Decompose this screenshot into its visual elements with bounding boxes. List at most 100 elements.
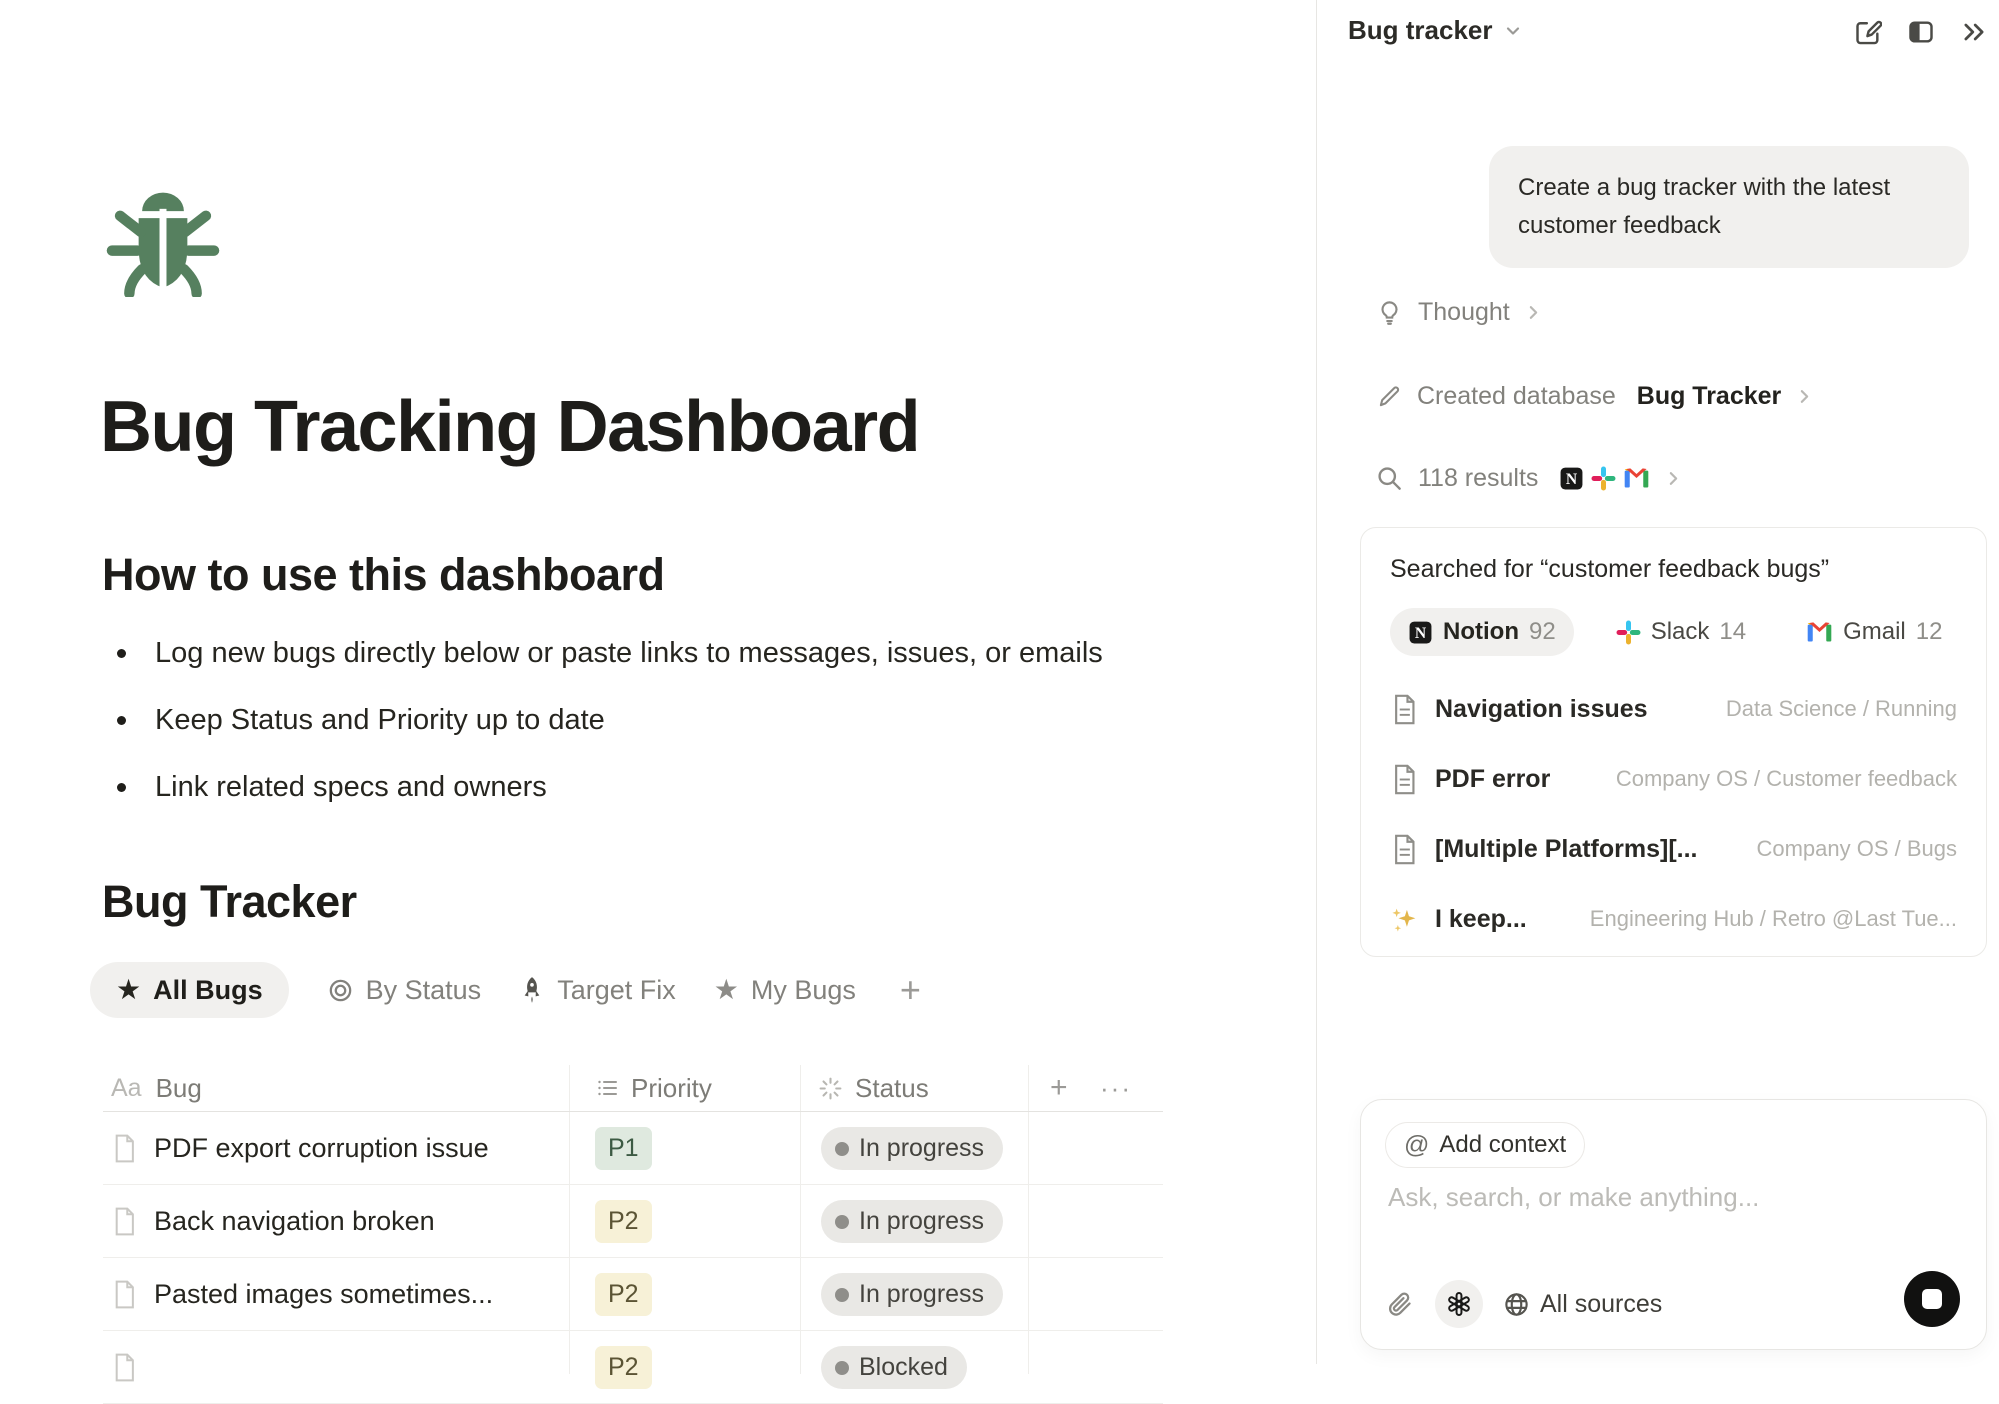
model-selector-button[interactable] — [1435, 1280, 1483, 1328]
assistant-header: Bug tracker — [1317, 0, 1999, 64]
priority-label: P2 — [608, 1353, 639, 1382]
table-row[interactable]: PDF export corruption issue P1 In progre… — [103, 1112, 1163, 1185]
toggle-sidebar-button[interactable] — [1906, 17, 1936, 47]
source-tabs: N Notion 92 Slack 14 — [1390, 608, 1957, 656]
howto-heading: How to use this dashboard — [102, 549, 665, 601]
search-result-item[interactable]: [Multiple Platforms][... Company OS / Bu… — [1390, 814, 1957, 884]
result-breadcrumb: Engineering Hub / Retro @Last Tue... — [1590, 906, 1957, 932]
status-burst-icon — [818, 1076, 843, 1101]
column-label: Status — [855, 1073, 929, 1104]
composer-tools: All sources — [1385, 1280, 1662, 1328]
search-result-item[interactable]: PDF error Company OS / Customer feedback — [1390, 744, 1957, 814]
collapse-panel-button[interactable] — [1959, 17, 1989, 47]
step-search-results[interactable]: 118 results N — [1376, 464, 1682, 493]
status-pill[interactable]: In progress — [821, 1200, 1003, 1243]
step-thought[interactable]: Thought — [1376, 298, 1542, 327]
view-tabs: ★ All Bugs By Status Target Fix ★ My Bug… — [90, 961, 921, 1019]
chat-input[interactable]: Ask, search, or make anything... — [1388, 1182, 1759, 1213]
status-label: In progress — [859, 1134, 984, 1163]
page-icon — [111, 1280, 138, 1309]
source-tab-notion[interactable]: N Notion 92 — [1390, 608, 1574, 656]
stop-generating-button[interactable] — [1904, 1271, 1960, 1327]
source-tab-slack[interactable]: Slack 14 — [1598, 608, 1764, 656]
source-tab-gmail[interactable]: Gmail 12 — [1788, 608, 1960, 656]
bug-icon — [103, 181, 223, 297]
result-breadcrumb: Company OS / Bugs — [1756, 836, 1957, 862]
source-tab-label: Notion — [1443, 618, 1519, 646]
paperclip-icon — [1387, 1291, 1414, 1318]
status-pill[interactable]: In progress — [821, 1273, 1003, 1316]
priority-label: P2 — [608, 1280, 639, 1309]
all-sources-label: All sources — [1540, 1290, 1662, 1319]
view-tab-by-status[interactable]: By Status — [327, 975, 482, 1006]
step-created-database[interactable]: Created database Bug Tracker — [1376, 382, 1813, 411]
status-dot — [835, 1361, 849, 1375]
view-tab-all-bugs[interactable]: ★ All Bugs — [90, 962, 289, 1018]
assistant-title: Bug tracker — [1348, 15, 1493, 46]
view-tab-my-bugs[interactable]: ★ My Bugs — [714, 975, 856, 1006]
priority-pill[interactable]: P2 — [595, 1200, 652, 1243]
view-tab-target-fix[interactable]: Target Fix — [519, 975, 676, 1006]
priority-label: P1 — [608, 1134, 639, 1163]
table-row-partial[interactable]: P2 Blocked — [103, 1331, 1163, 1404]
add-column-button[interactable]: + — [1050, 1071, 1068, 1105]
slack-icon — [1591, 466, 1616, 491]
result-title: I keep... — [1435, 905, 1527, 934]
bullet-dot — [117, 783, 126, 792]
priority-pill[interactable]: P1 — [595, 1127, 652, 1170]
created-database-name[interactable]: Bug Tracker — [1637, 382, 1782, 411]
result-title: Navigation issues — [1435, 695, 1648, 724]
page-title: Bug Tracking Dashboard — [100, 386, 919, 468]
new-chat-button[interactable] — [1853, 17, 1883, 47]
column-header-status[interactable]: Status — [818, 1073, 929, 1104]
globe-icon — [1503, 1291, 1530, 1318]
bug-table: Aa Bug Priority — [103, 1065, 1163, 1364]
view-tab-label: By Status — [366, 975, 482, 1006]
status-pill[interactable]: In progress — [821, 1127, 1003, 1170]
attach-button[interactable] — [1385, 1289, 1415, 1319]
status-label: In progress — [859, 1280, 984, 1309]
svg-text:N: N — [1566, 471, 1578, 488]
bug-title: Back navigation broken — [154, 1206, 435, 1237]
select-list-icon — [595, 1076, 619, 1100]
compose-icon — [1854, 18, 1882, 46]
bullet-dot — [117, 716, 126, 725]
bug-title: Pasted images sometimes... — [154, 1279, 493, 1310]
slack-icon — [1616, 620, 1641, 645]
status-pill[interactable]: Blocked — [821, 1346, 967, 1389]
pencil-icon — [1376, 384, 1402, 410]
bug-title-cell[interactable]: Pasted images sometimes... — [111, 1258, 561, 1330]
star-icon: ★ — [714, 976, 739, 1004]
assistant-title-dropdown[interactable]: Bug tracker — [1348, 15, 1523, 46]
view-tab-label: Target Fix — [557, 975, 676, 1006]
bug-title-cell[interactable]: PDF export corruption issue — [111, 1112, 561, 1184]
chevron-right-icon — [1525, 304, 1542, 321]
bug-title-cell[interactable] — [111, 1331, 561, 1403]
rocket-icon — [519, 976, 545, 1004]
openai-icon — [1445, 1290, 1473, 1318]
add-view-button[interactable]: + — [900, 972, 921, 1008]
search-icon — [1376, 465, 1403, 492]
table-more-button[interactable]: ··· — [1100, 1073, 1132, 1104]
chat-composer[interactable]: @ Add context Ask, search, or make anyth… — [1360, 1099, 1987, 1350]
search-result-item[interactable]: I keep... Engineering Hub / Retro @Last … — [1390, 884, 1957, 954]
all-sources-button[interactable]: All sources — [1503, 1290, 1662, 1319]
page-icon — [111, 1207, 138, 1236]
source-tab-count: 92 — [1529, 618, 1556, 646]
search-results-title: Searched for “customer feedback bugs” — [1390, 555, 1957, 584]
priority-pill[interactable]: P2 — [595, 1346, 652, 1389]
result-breadcrumb: Company OS / Customer feedback — [1616, 766, 1957, 792]
column-header-bug[interactable]: Aa Bug — [111, 1073, 202, 1104]
table-row[interactable]: Pasted images sometimes... P2 In progres… — [103, 1258, 1163, 1331]
list-item: Log new bugs directly below or paste lin… — [103, 620, 1253, 687]
add-context-button[interactable]: @ Add context — [1385, 1122, 1585, 1168]
ai-assistant-panel: Bug tracker — [1317, 0, 1999, 1364]
table-row[interactable]: Back navigation broken P2 In progress — [103, 1185, 1163, 1258]
bug-title-cell[interactable]: Back navigation broken — [111, 1185, 561, 1257]
bullet-text: Keep Status and Priority up to date — [155, 704, 605, 737]
status-label: In progress — [859, 1207, 984, 1236]
search-result-item[interactable]: Navigation issues Data Science / Running — [1390, 674, 1957, 744]
column-header-priority[interactable]: Priority — [595, 1073, 712, 1104]
document-icon — [1390, 694, 1419, 725]
priority-pill[interactable]: P2 — [595, 1273, 652, 1316]
